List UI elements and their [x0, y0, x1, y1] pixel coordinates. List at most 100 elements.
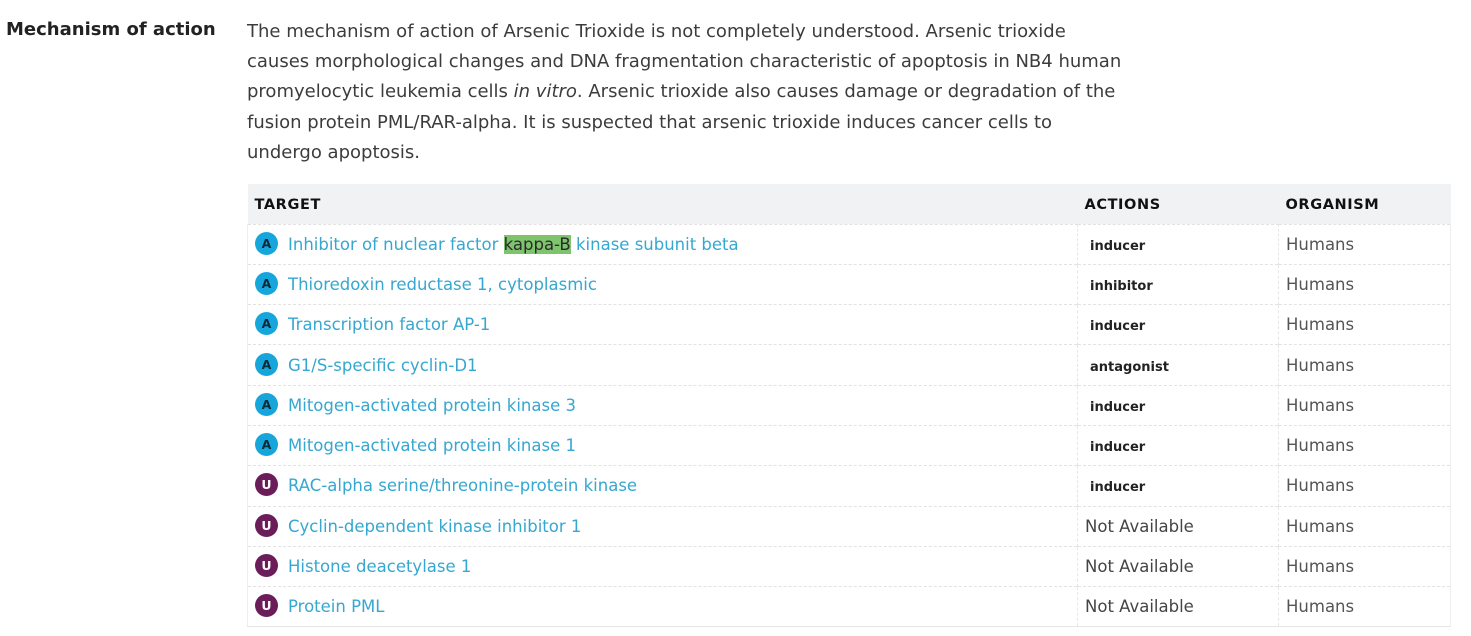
action-tag: inhibitor	[1090, 278, 1153, 294]
organism-text: Humans	[1286, 315, 1355, 335]
target-link[interactable]: Histone deacetylase 1	[288, 557, 471, 576]
description-line: promyelocytic leukemia cells in vitro. A…	[247, 77, 1147, 107]
section-label: Mechanism of action	[6, 19, 216, 40]
target-link[interactable]: Mitogen-activated protein kinase 1	[288, 436, 576, 455]
table-row: U Histone deacetylase 1 Not Available Hum…	[247, 545, 1451, 587]
target-link[interactable]: Mitogen-activated protein kinase 3	[288, 396, 576, 415]
action-cell: inducer	[1077, 304, 1279, 345]
organism-text: Humans	[1286, 597, 1355, 617]
table-row: A Thioredoxin reductase 1, cytoplasmic in…	[247, 263, 1451, 305]
organism-cell: Humans	[1278, 545, 1451, 587]
target-cell: A G1/S-specific cyclin-D1	[247, 344, 1078, 386]
unknown-badge-icon: U	[255, 473, 278, 497]
target-cell: A Thioredoxin reductase 1, cytoplasmic	[247, 263, 1078, 305]
approved-badge-icon: A	[255, 392, 278, 416]
approved-badge-icon: A	[255, 312, 278, 336]
description-text: undergo apoptosis.	[247, 141, 421, 163]
table-row: A Mitogen-activated protein kinase 1 indu…	[247, 424, 1451, 466]
table-row: A Transcription factor AP-1 inducer Human…	[247, 304, 1451, 345]
description-line: The mechanism of action of Arsenic Triox…	[247, 17, 1147, 47]
table-row: U Cyclin-dependent kinase inhibitor 1 Not…	[247, 505, 1451, 547]
approved-badge-icon: A	[255, 271, 278, 295]
action-cell: antagonist	[1077, 344, 1279, 386]
description-text: causes morphological changes and DNA fra…	[247, 51, 1122, 73]
header-actions: ACTIONS	[1084, 196, 1161, 213]
target-text: kinase subunit beta	[570, 234, 739, 254]
organism-cell: Humans	[1278, 384, 1451, 426]
header-organism: ORGANISM	[1285, 196, 1380, 213]
table-row: A G1/S-specific cyclin-D1 antagonist Huma…	[247, 344, 1451, 386]
description-text: promyelocytic leukemia cells	[247, 81, 514, 103]
organism-text: Humans	[1286, 476, 1355, 496]
action-not-available: Not Available	[1085, 597, 1194, 617]
table-header-row: TARGET ACTIONS ORGANISM	[247, 184, 1451, 224]
target-cell: U RAC-alpha serine/threonine-protein kina…	[247, 465, 1078, 507]
target-link[interactable]: RAC-alpha serine/threonine-protein kinas…	[288, 476, 637, 495]
organism-text: Humans	[1286, 355, 1355, 375]
action-not-available: Not Available	[1085, 516, 1194, 536]
target-cell: A Inhibitor of nuclear factor kappa-B kin…	[247, 223, 1078, 265]
target-link[interactable]: Thioredoxin reductase 1, cytoplasmic	[288, 275, 597, 294]
approved-badge-icon: A	[255, 433, 278, 457]
description-text: . Arsenic trioxide also causes damage or…	[576, 81, 1116, 103]
target-cell: U Cyclin-dependent kinase inhibitor 1	[247, 505, 1078, 547]
action-tag: inducer	[1090, 319, 1146, 335]
target-cell: U Histone deacetylase 1	[247, 545, 1078, 587]
action-tag: inducer	[1090, 238, 1146, 254]
organism-cell: Humans	[1278, 424, 1451, 466]
action-not-available: Not Available	[1085, 557, 1194, 577]
table-row: A Mitogen-activated protein kinase 3 indu…	[247, 384, 1451, 426]
organism-text: Humans	[1286, 516, 1355, 536]
description-line: undergo apoptosis.	[247, 138, 1147, 168]
target-link[interactable]: Transcription factor AP-1	[288, 315, 490, 334]
organism-text: Humans	[1286, 274, 1355, 294]
approved-badge-icon: A	[255, 231, 278, 255]
action-cell: Not Available	[1077, 545, 1279, 587]
unknown-badge-icon: U	[255, 554, 278, 578]
organism-text: Humans	[1286, 234, 1355, 254]
target-cell: A Mitogen-activated protein kinase 1	[247, 424, 1078, 466]
unknown-badge-icon: U	[255, 594, 278, 618]
unknown-badge-icon: U	[255, 513, 278, 537]
target-link[interactable]: Protein PML	[288, 597, 384, 616]
target-text: Inhibitor of nuclear factor	[288, 234, 504, 254]
organism-text: Humans	[1286, 557, 1355, 577]
description-italic: in vitro	[513, 81, 577, 103]
action-cell: inducer	[1077, 223, 1279, 265]
action-tag: inducer	[1090, 399, 1146, 415]
approved-badge-icon: A	[255, 352, 278, 376]
organism-cell: Humans	[1278, 505, 1451, 547]
table-row: U RAC-alpha serine/threonine-protein kina…	[247, 465, 1451, 507]
organism-cell: Humans	[1278, 304, 1451, 345]
description-text: The mechanism of action of Arsenic Triox…	[247, 21, 1066, 42]
target-link[interactable]: Cyclin-dependent kinase inhibitor 1	[288, 517, 581, 536]
organism-cell: Humans	[1278, 223, 1451, 265]
action-cell: inducer	[1077, 384, 1279, 426]
target-cell: A Mitogen-activated protein kinase 3	[247, 384, 1078, 426]
search-highlight: kappa-B	[503, 234, 571, 254]
table-row: A Inhibitor of nuclear factor kappa-B kin…	[247, 223, 1451, 265]
action-cell: inducer	[1077, 424, 1279, 466]
target-cell: U Protein PML	[247, 586, 1078, 628]
organism-cell: Humans	[1278, 344, 1451, 386]
action-cell: inhibitor	[1077, 263, 1279, 305]
action-cell: Not Available	[1077, 586, 1279, 628]
table-row: U Protein PML Not Available Humans	[247, 586, 1451, 628]
target-link[interactable]: G1/S-specific cyclin-D1	[288, 356, 478, 375]
target-link[interactable]: Inhibitor of nuclear factor kappa-B kina…	[288, 234, 739, 254]
action-tag: inducer	[1090, 440, 1146, 456]
action-tag: inducer	[1090, 480, 1146, 496]
description-line: fusion protein PML/RAR-alpha. It is susp…	[247, 108, 1147, 138]
description-line: causes morphological changes and DNA fra…	[247, 47, 1147, 77]
organism-cell: Humans	[1278, 465, 1451, 507]
header-target: TARGET	[254, 196, 321, 213]
organism-text: Humans	[1286, 436, 1355, 456]
organism-text: Humans	[1286, 395, 1355, 415]
organism-cell: Humans	[1278, 263, 1451, 305]
action-tag: antagonist	[1090, 359, 1169, 375]
action-cell: inducer	[1077, 465, 1279, 507]
description-text: fusion protein PML/RAR-alpha. It is susp…	[247, 111, 1053, 133]
mechanism-description: The mechanism of action of Arsenic Triox…	[247, 17, 1147, 168]
organism-cell: Humans	[1278, 586, 1451, 628]
action-cell: Not Available	[1077, 505, 1279, 547]
